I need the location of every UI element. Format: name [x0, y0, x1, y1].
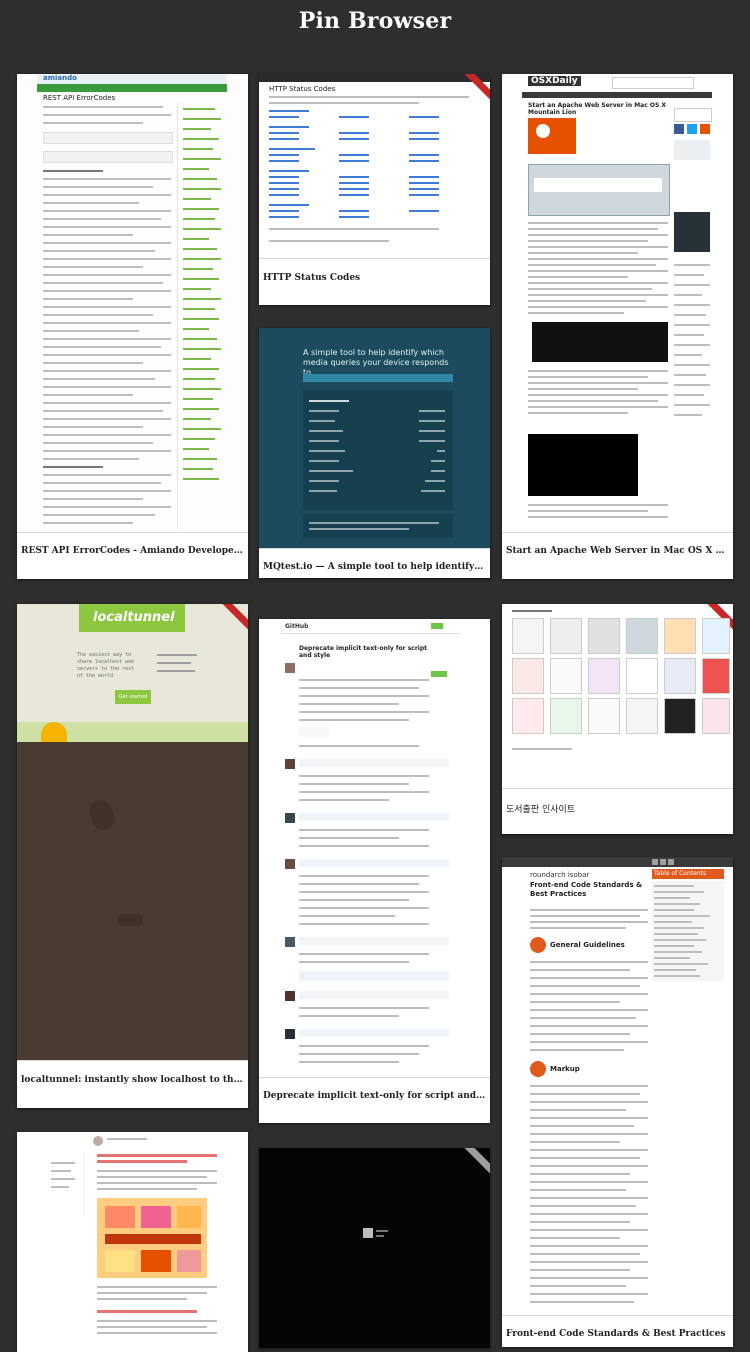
book-cover	[664, 618, 696, 654]
pin-thumbnail: localtunnel The easiest way to share loc…	[17, 604, 248, 1061]
github-logo: GitHub	[285, 623, 309, 630]
pin-thumbnail: roundarch isobar Front-end Code Standard…	[502, 857, 733, 1316]
pin-card-video[interactable]	[259, 1148, 490, 1348]
amiando-heading: REST API ErrorCodes	[43, 94, 116, 102]
avatar	[285, 759, 295, 769]
ribbon-icon	[458, 1148, 490, 1178]
pin-thumbnail	[259, 1148, 490, 1348]
markup-icon	[530, 1061, 546, 1077]
pin-card-blog[interactable]	[17, 1132, 248, 1352]
pin-caption: Front-end Code Standards & Best Practice…	[506, 1329, 726, 1339]
book-cover	[626, 698, 658, 734]
pin-thumbnail: amiando REST API ErrorCodes	[17, 74, 248, 533]
book-cover	[588, 618, 620, 654]
rock-icon	[117, 914, 143, 926]
book-cover	[588, 658, 620, 694]
pin-caption: Start an Apache Web Server in Mac OS X M…	[506, 546, 729, 556]
pin-caption: Deprecate implicit text-only for script …	[263, 1091, 486, 1101]
book-cover	[664, 698, 696, 734]
book-cover	[512, 658, 544, 694]
pin-thumbnail: HTTP Status Codes	[259, 74, 490, 259]
pin-thumbnail	[502, 604, 733, 789]
book-cover	[512, 618, 544, 654]
http-heading: HTTP Status Codes	[269, 85, 336, 93]
avatar	[285, 937, 295, 947]
book-cover	[588, 698, 620, 734]
pin-caption: REST API ErrorCodes - Amiando Developer …	[21, 546, 244, 556]
avatar	[285, 663, 295, 673]
book-cover	[550, 658, 582, 694]
avatar	[285, 1029, 295, 1039]
osx-heading: Start an Apache Web Server in Mac OS X M…	[528, 102, 666, 116]
book-cover	[626, 618, 658, 654]
toc-heading: Table of Contents	[654, 870, 707, 877]
pin-caption: localtunnel: instantly show localhost to…	[21, 1075, 244, 1085]
get-started-button[interactable]: Get started	[115, 690, 151, 704]
guidelines-icon	[530, 937, 546, 953]
pin-card-http-status[interactable]: HTTP Status Codes HTTP Status Codes	[259, 74, 490, 305]
pin-thumbnail: GitHub Deprecate implicit text-only for …	[259, 619, 490, 1078]
book-cover	[550, 698, 582, 734]
pin-card-github-issue[interactable]: GitHub Deprecate implicit text-only for …	[259, 619, 490, 1123]
avatar	[285, 813, 295, 823]
book-cover	[702, 698, 730, 734]
amiando-logo: amiando	[43, 74, 77, 82]
pin-card-osxdaily[interactable]: OSXDaily Start an Apache Web Server in M…	[502, 74, 733, 579]
book-cover	[550, 618, 582, 654]
avatar	[285, 991, 295, 1001]
pin-thumbnail	[17, 1132, 248, 1352]
pin-caption: MQtest.io — A simple tool to help identi…	[263, 562, 486, 572]
book-cover	[702, 618, 730, 654]
pin-caption: HTTP Status Codes	[263, 273, 361, 283]
avatar	[93, 1136, 103, 1146]
app-title: Pin Browser	[298, 8, 452, 34]
pin-card-insight[interactable]: 도서출판 인사이트	[502, 604, 733, 834]
pin-card-amiando[interactable]: amiando REST API ErrorCodes REST API Err…	[17, 74, 248, 579]
ribbon-icon	[216, 604, 248, 634]
book-cover	[512, 698, 544, 734]
book-cover	[664, 658, 696, 694]
avatar	[285, 859, 295, 869]
issue-heading: Deprecate implicit text-only for script …	[299, 645, 427, 659]
pin-caption: 도서출판 인사이트	[506, 805, 576, 815]
pin-thumbnail: A simple tool to help identify which med…	[259, 328, 490, 549]
pin-card-localtunnel[interactable]: localtunnel The easiest way to share loc…	[17, 604, 248, 1108]
pin-thumbnail: OSXDaily Start an Apache Web Server in M…	[502, 74, 733, 533]
video-logo-icon	[363, 1228, 373, 1238]
pin-card-mqtest[interactable]: A simple tool to help identify which med…	[259, 328, 490, 578]
book-cover	[626, 658, 658, 694]
osxdaily-logo: OSXDaily	[528, 76, 581, 86]
razorfish-logo: roundarch isobar	[530, 871, 590, 879]
book-cover	[702, 658, 730, 694]
pin-card-frontend-standards[interactable]: roundarch isobar Front-end Code Standard…	[502, 857, 733, 1347]
helmet-icon	[41, 722, 67, 742]
